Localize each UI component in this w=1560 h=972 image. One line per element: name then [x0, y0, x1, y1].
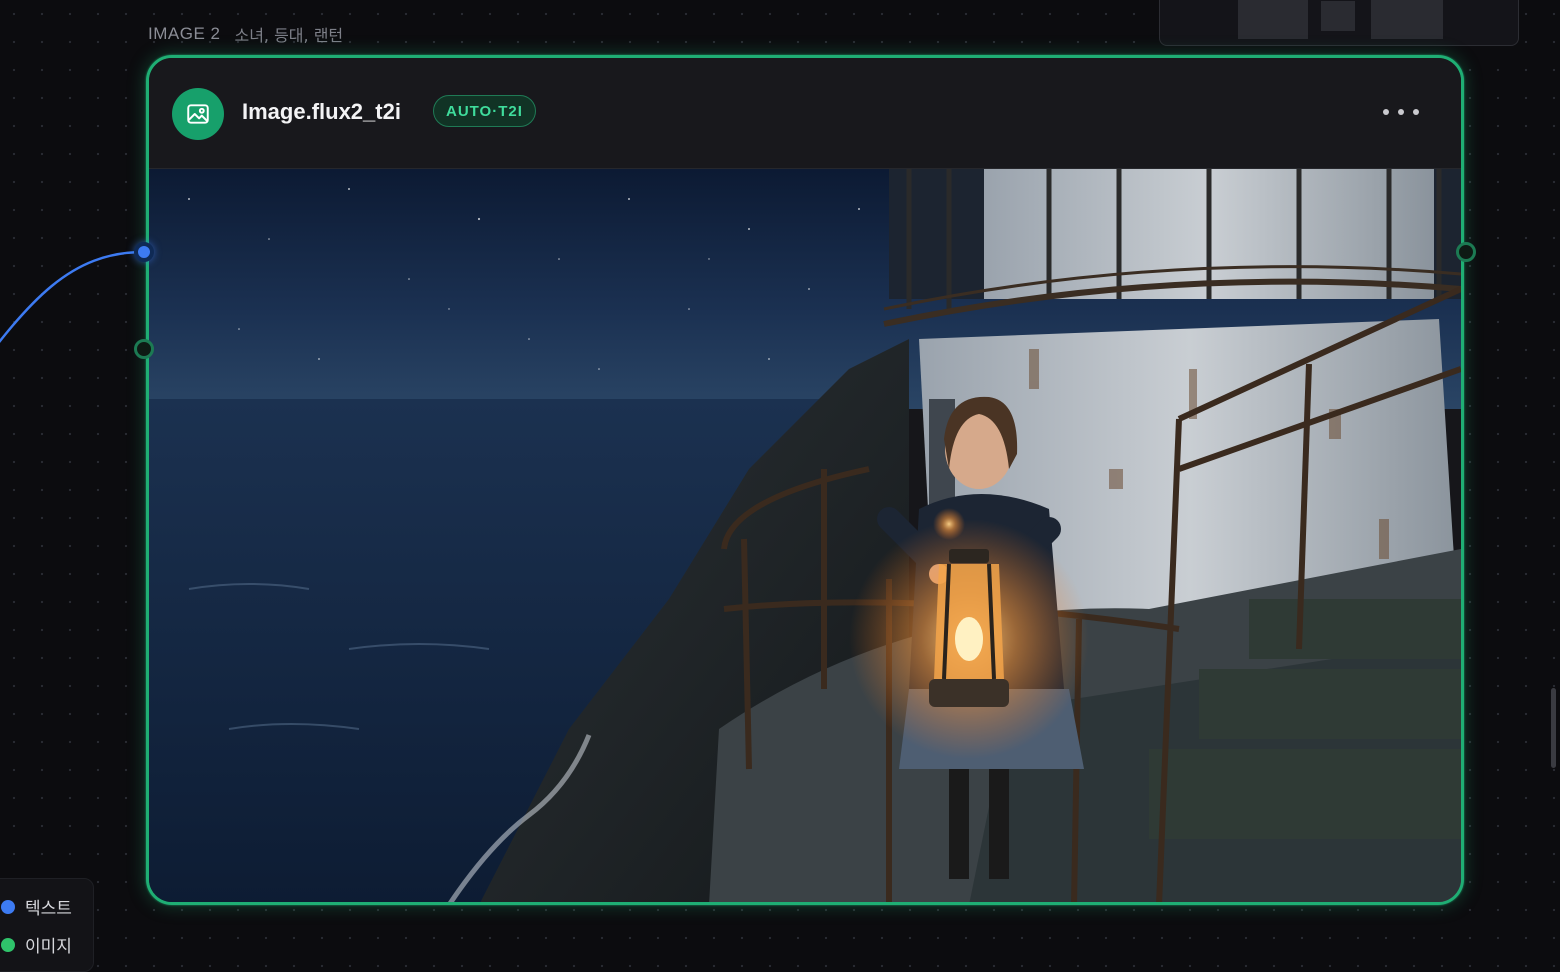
node-title: Image.flux2_t2i	[242, 99, 401, 124]
node-label-tags: 소녀, 등대, 랜턴	[234, 26, 344, 45]
mode-badge: AUTO·T2I	[433, 95, 536, 127]
legend-item-text: 텍스트	[1, 894, 72, 919]
image-input-port[interactable]	[134, 339, 154, 359]
image-output-port[interactable]	[1456, 242, 1476, 262]
image-icon	[172, 88, 224, 140]
more-horizontal-icon[interactable]	[1383, 104, 1419, 120]
node-label-title: IMAGE 2	[148, 24, 221, 43]
legend-dot	[1, 899, 15, 914]
legend-dot	[1, 937, 15, 952]
minimap[interactable]	[1159, 0, 1519, 46]
port-legend: 텍스트 이미지	[0, 878, 94, 972]
minimap-block	[1371, 0, 1443, 39]
image-node[interactable]: Image.flux2_t2i AUTO·T2I	[146, 55, 1464, 905]
text-input-port[interactable]	[134, 242, 154, 262]
node-header[interactable]: Image.flux2_t2i AUTO·T2I	[149, 58, 1461, 169]
generated-image[interactable]	[149, 169, 1461, 905]
legend-label: 이미지	[25, 937, 72, 957]
node-label: IMAGE 2 소녀, 등대, 랜턴	[148, 22, 343, 46]
connection-edge[interactable]	[0, 0, 160, 360]
legend-item-image: 이미지	[1, 932, 72, 957]
legend-label: 텍스트	[25, 899, 72, 919]
vertical-scrollbar[interactable]	[1551, 688, 1556, 768]
minimap-block	[1238, 0, 1308, 39]
minimap-block	[1321, 1, 1355, 31]
